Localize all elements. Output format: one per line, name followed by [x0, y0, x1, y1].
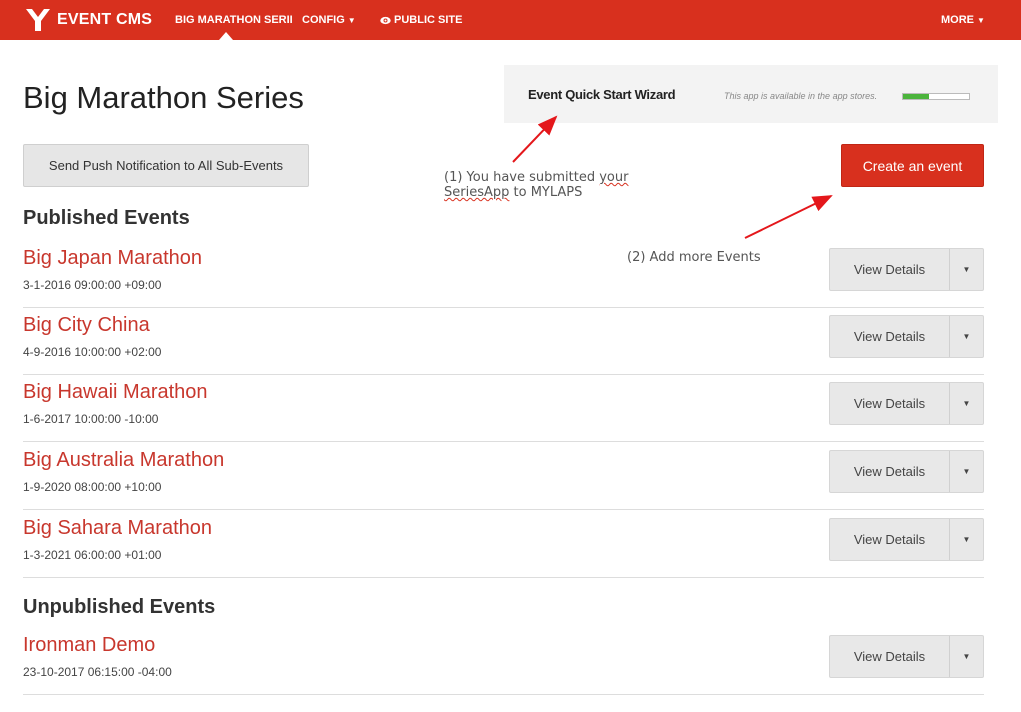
view-details-button[interactable]: View Details	[830, 383, 949, 424]
event-row: Big City China 4-9-2016 10:00:00 +02:00 …	[23, 307, 984, 375]
dropdown-caret-icon[interactable]: ▼	[949, 636, 983, 677]
event-actions: View Details ▼	[829, 315, 984, 358]
event-date: 4-9-2016 10:00:00 +02:00	[23, 345, 162, 359]
event-name-link[interactable]: Big Australia Marathon	[23, 449, 224, 472]
event-name-link[interactable]: Big Hawaii Marathon	[23, 381, 208, 404]
event-date: 3-1-2016 09:00:00 +09:00	[23, 278, 162, 292]
event-row: Big Japan Marathon 3-1-2016 09:00:00 +09…	[23, 240, 984, 308]
arrow-to-wizard	[512, 115, 558, 163]
published-events-heading: Published Events	[23, 207, 190, 229]
event-date: 23-10-2017 06:15:00 -04:00	[23, 665, 172, 679]
event-actions: View Details ▼	[829, 635, 984, 678]
event-name-link[interactable]: Ironman Demo	[23, 634, 155, 657]
view-details-button[interactable]: View Details	[830, 519, 949, 560]
view-details-button[interactable]: View Details	[830, 316, 949, 357]
event-name-link[interactable]: Big Japan Marathon	[23, 247, 202, 270]
event-row: Big Hawaii Marathon 1-6-2017 10:00:00 -1…	[23, 374, 984, 442]
event-actions: View Details ▼	[829, 450, 984, 493]
view-details-button[interactable]: View Details	[830, 451, 949, 492]
event-actions: View Details ▼	[829, 518, 984, 561]
event-date: 1-3-2021 06:00:00 +01:00	[23, 548, 162, 562]
dropdown-caret-icon[interactable]: ▼	[949, 316, 983, 357]
arrow-to-create-button	[744, 195, 833, 239]
unpublished-events-heading: Unpublished Events	[23, 596, 216, 618]
event-actions: View Details ▼	[829, 248, 984, 291]
event-name-link[interactable]: Big City China	[23, 314, 150, 337]
dropdown-caret-icon[interactable]: ▼	[949, 383, 983, 424]
dropdown-caret-icon[interactable]: ▼	[949, 249, 983, 290]
event-actions: View Details ▼	[829, 382, 984, 425]
dropdown-caret-icon[interactable]: ▼	[949, 519, 983, 560]
event-row: Big Australia Marathon 1-9-2020 08:00:00…	[23, 442, 984, 510]
view-details-button[interactable]: View Details	[830, 249, 949, 290]
view-details-button[interactable]: View Details	[830, 636, 949, 677]
event-date: 1-6-2017 10:00:00 -10:00	[23, 412, 159, 426]
event-date: 1-9-2020 08:00:00 +10:00	[23, 480, 162, 494]
event-row: Big Sahara Marathon 1-3-2021 06:00:00 +0…	[23, 510, 984, 578]
event-name-link[interactable]: Big Sahara Marathon	[23, 517, 212, 540]
event-row: Ironman Demo 23-10-2017 06:15:00 -04:00 …	[23, 627, 984, 695]
dropdown-caret-icon[interactable]: ▼	[949, 451, 983, 492]
